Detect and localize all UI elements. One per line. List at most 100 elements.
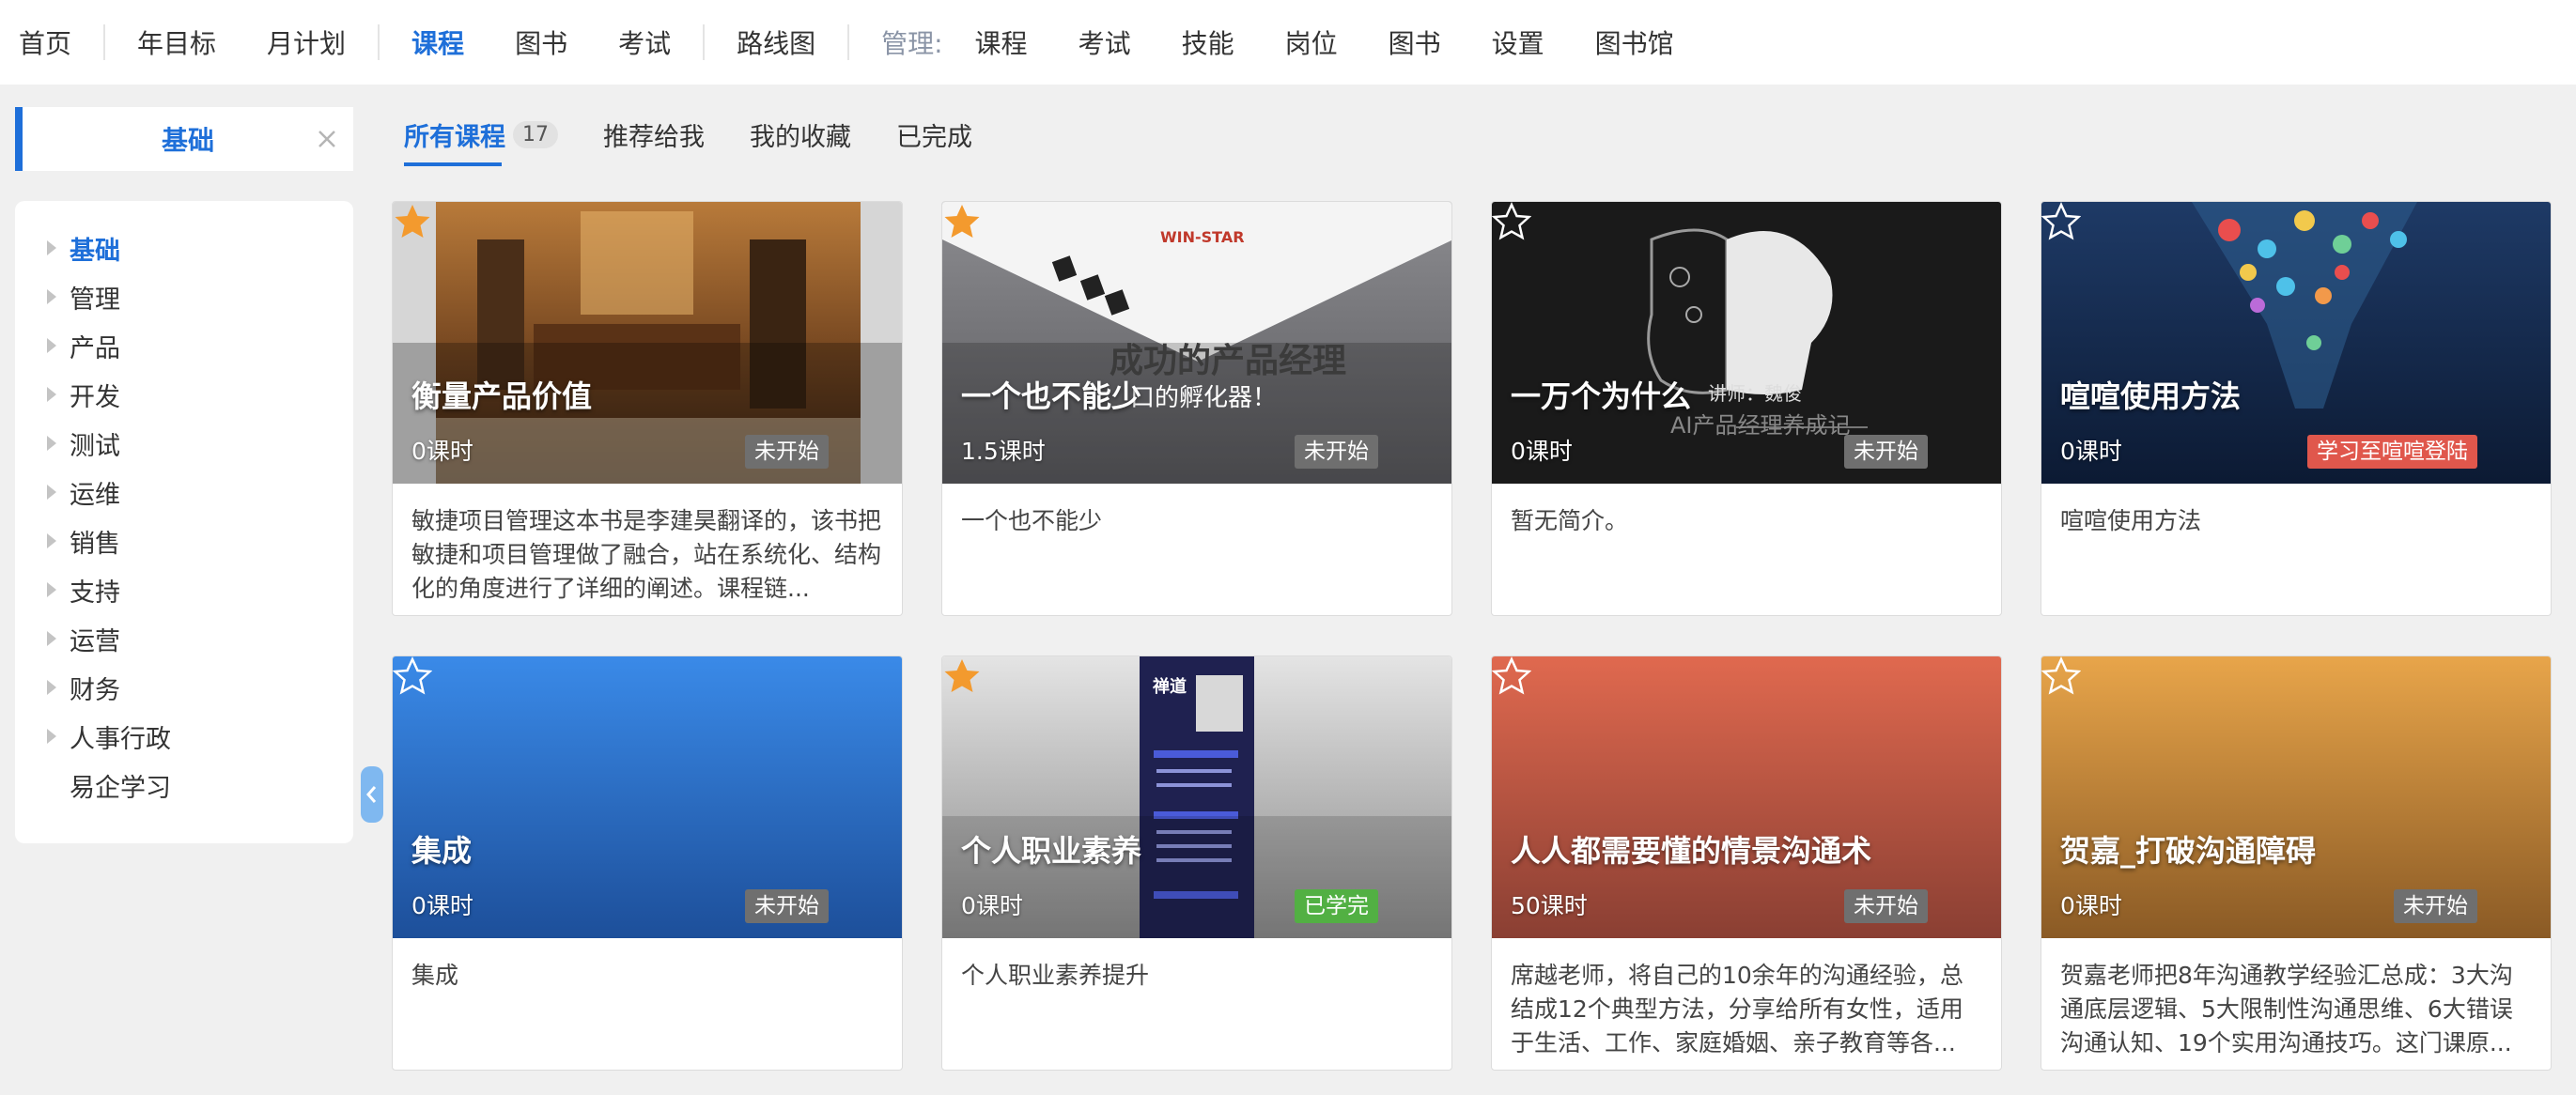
star-icon-outline[interactable] xyxy=(1492,202,1531,241)
tree-item-development[interactable]: 开发 xyxy=(15,370,353,419)
star-icon-filled[interactable] xyxy=(393,202,432,241)
course-count-badge: 17 xyxy=(513,121,558,148)
tab-completed[interactable]: 已完成 xyxy=(896,116,972,161)
tree-item-operations[interactable]: 运维 xyxy=(15,468,353,517)
nav-books[interactable]: 图书 xyxy=(515,23,567,61)
tree-item-label: 人事行政 xyxy=(70,724,171,754)
nav-home[interactable]: 首页 xyxy=(19,23,71,61)
tree-item-label: 财务 xyxy=(70,675,120,705)
current-category[interactable]: 基础 xyxy=(15,107,353,171)
course-thumbnail: 衡量产品价值 0课时 未开始 xyxy=(393,202,902,484)
caret-right-icon xyxy=(47,631,56,646)
course-description: 喧喧使用方法 xyxy=(2060,507,2202,534)
course-hours: 0课时 xyxy=(1511,438,1573,465)
course-card[interactable]: WIN-STAR 成功的产品经理 口的孵化器！ 一个也不能少 1.5课时 未开始… xyxy=(941,201,1452,616)
nav-exams[interactable]: 考试 xyxy=(618,23,671,61)
poster-subline: AI产品经理养成记 xyxy=(1670,412,1851,439)
course-description: 暂无简介。 xyxy=(1511,507,1629,534)
tree-item-product[interactable]: 产品 xyxy=(15,321,353,370)
poster-headline: 成功的产品经理 xyxy=(1110,342,1347,380)
nav-manage-positions[interactable]: 岗位 xyxy=(1285,23,1338,61)
tree-item-label: 测试 xyxy=(70,431,120,461)
nav-manage-exams[interactable]: 考试 xyxy=(1079,23,1131,61)
tree-item-hr-admin[interactable]: 人事行政 xyxy=(15,712,353,761)
nav-manage-courses[interactable]: 课程 xyxy=(975,23,1028,61)
tree-item-label: 支持 xyxy=(70,578,120,608)
tab-label: 所有课程 xyxy=(404,123,505,152)
status-badge: 未开始 xyxy=(1844,435,1928,469)
caret-right-icon xyxy=(47,240,56,255)
caret-right-icon xyxy=(47,485,56,500)
course-description: 贺嘉老师把8年沟通教学经验汇总成：3大沟通底层逻辑、5大限制性沟通思维、6大错误… xyxy=(2060,962,2513,1056)
course-card[interactable]: 人人都需要懂的情景沟通术 50课时 未开始 席越老师，将自己的10余年的沟通经验… xyxy=(1491,655,2002,1071)
status-badge: 未开始 xyxy=(1295,435,1378,469)
caret-right-icon xyxy=(47,338,56,353)
course-description: 一个也不能少 xyxy=(961,507,1103,534)
tree-item-basic[interactable]: 基础 xyxy=(15,224,353,272)
tree-item-finance[interactable]: 财务 xyxy=(15,663,353,712)
tab-favorites[interactable]: 我的收藏 xyxy=(750,116,851,161)
nav-roadmap[interactable]: 路线图 xyxy=(737,23,815,61)
course-card[interactable]: 禅道 个人职业素养 0课时 已学完 个人职业素养提升 xyxy=(941,655,1452,1071)
sidebar-collapse-button[interactable] xyxy=(361,766,383,823)
tree-item-label: 产品 xyxy=(70,333,120,363)
tree-item-label: 销售 xyxy=(70,529,120,559)
course-hours: 0课时 xyxy=(411,438,473,465)
nav-manage-skills[interactable]: 技能 xyxy=(1182,23,1234,61)
nav-manage-books[interactable]: 图书 xyxy=(1389,23,1441,61)
tree-item-testing[interactable]: 测试 xyxy=(15,419,353,468)
poster-brand: WIN-STAR xyxy=(1160,228,1245,246)
course-hours: 0课时 xyxy=(961,892,1023,919)
status-badge: 未开始 xyxy=(1844,889,1928,923)
star-icon-outline[interactable] xyxy=(393,656,432,696)
course-card[interactable]: 贺嘉_打破沟通障碍 0课时 未开始 贺嘉老师把8年沟通教学经验汇总成：3大沟通底… xyxy=(2041,655,2552,1071)
star-icon-filled[interactable] xyxy=(942,656,982,696)
course-thumbnail: 集成 0课时 未开始 xyxy=(393,656,902,938)
tree-item-label: 开发 xyxy=(70,382,120,412)
caret-right-icon xyxy=(47,289,56,304)
tree-item-support[interactable]: 支持 xyxy=(15,565,353,614)
course-card[interactable]: 讲师：魏俊 AI产品经理养成记 一万个为什么 0课时 未开始 暂无简介。 xyxy=(1491,201,2002,616)
star-icon-outline[interactable] xyxy=(2041,656,2081,696)
course-hours: 1.5课时 xyxy=(961,438,1046,465)
course-thumbnail: 禅道 个人职业素养 0课时 已学完 xyxy=(942,656,1451,938)
nav-divider xyxy=(847,24,850,60)
course-title: 一万个为什么 xyxy=(1511,378,1692,414)
course-tabs: 所有课程 17 推荐给我 我的收藏 已完成 xyxy=(404,116,1017,166)
course-card[interactable]: 喧喧使用方法 0课时 学习至喧喧登陆 喧喧使用方法 xyxy=(2041,201,2552,616)
poster-title: 禅道 xyxy=(1153,677,1187,697)
course-thumbnail: 人人都需要懂的情景沟通术 50课时 未开始 xyxy=(1492,656,2001,938)
course-thumbnail: WIN-STAR 成功的产品经理 口的孵化器！ 一个也不能少 1.5课时 未开始 xyxy=(942,202,1451,484)
tree-item-marketing-ops[interactable]: 运营 xyxy=(15,614,353,663)
caret-right-icon xyxy=(47,533,56,548)
course-card[interactable]: 衡量产品价值 0课时 未开始 敏捷项目管理这本书是李建昊翻译的，该书把敏捷和项目… xyxy=(392,201,903,616)
nav-courses[interactable]: 课程 xyxy=(411,23,464,61)
nav-year-goal[interactable]: 年目标 xyxy=(137,23,216,61)
tab-all-courses[interactable]: 所有课程 17 xyxy=(404,116,558,166)
tree-item-yiqi-learning[interactable]: 易企学习 xyxy=(15,761,353,810)
course-title: 集成 xyxy=(411,833,473,869)
course-description: 个人职业素养提升 xyxy=(961,962,1150,989)
status-badge: 已学完 xyxy=(1295,889,1378,923)
close-icon[interactable] xyxy=(310,122,344,156)
nav-month-plan[interactable]: 月计划 xyxy=(267,23,346,61)
tree-item-label: 运营 xyxy=(70,626,120,656)
tab-recommended[interactable]: 推荐给我 xyxy=(603,116,705,161)
tree-item-sales[interactable]: 销售 xyxy=(15,517,353,565)
star-icon-outline[interactable] xyxy=(2041,202,2081,241)
category-tree: 基础 管理 产品 开发 测试 运维 销售 支持 运营 财务 人事行政 易企学习 xyxy=(15,201,353,843)
course-thumbnail: 喧喧使用方法 0课时 学习至喧喧登陆 xyxy=(2041,202,2551,484)
star-icon-filled[interactable] xyxy=(942,202,982,241)
course-title: 个人职业素养 xyxy=(961,833,1142,869)
tree-item-management[interactable]: 管理 xyxy=(15,272,353,321)
nav-manage-settings[interactable]: 设置 xyxy=(1492,23,1544,61)
course-description: 敏捷项目管理这本书是李建昊翻译的，该书把敏捷和项目管理做了融合，站在系统化、结构… xyxy=(411,507,881,602)
status-badge: 未开始 xyxy=(745,889,829,923)
star-icon-outline[interactable] xyxy=(1492,656,1531,696)
caret-right-icon xyxy=(47,582,56,597)
course-card[interactable]: 集成 0课时 未开始 集成 xyxy=(392,655,903,1071)
tab-label: 已完成 xyxy=(896,123,972,152)
course-hours: 0课时 xyxy=(411,892,473,919)
caret-right-icon xyxy=(47,729,56,744)
nav-manage-library[interactable]: 图书馆 xyxy=(1595,23,1674,61)
